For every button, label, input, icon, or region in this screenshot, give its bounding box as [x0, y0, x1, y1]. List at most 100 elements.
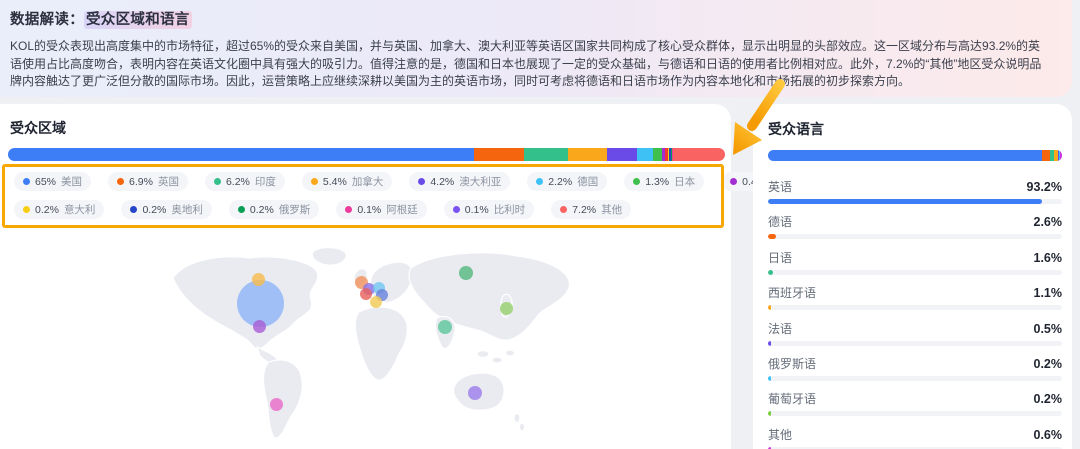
audience-region-panel: 受众区域 65% 美国 6.9% 英国 6.2% 印度: [0, 104, 731, 449]
legend-item[interactable]: 5.4% 加拿大: [302, 172, 392, 191]
legend-item[interactable]: 6.9% 英国: [108, 172, 188, 191]
legend-country: 奥地利: [171, 202, 203, 217]
language-bar-fill: [768, 341, 771, 346]
banner-title-prefix: 数据解读：: [10, 12, 84, 28]
legend-color-dot-icon: [536, 178, 543, 185]
region-bar-segment: [568, 148, 607, 161]
map-country-dot: [468, 386, 482, 400]
world-map: [145, 248, 615, 449]
language-stacked-bar: [768, 150, 1062, 161]
language-row: 日语 1.6%: [768, 249, 1062, 284]
language-bar-fill: [768, 270, 773, 275]
legend-country: 日本: [674, 174, 695, 189]
legend-item[interactable]: 2.2% 德国: [527, 172, 607, 191]
legend-country: 加拿大: [352, 174, 384, 189]
legend-country: 阿根廷: [386, 202, 418, 217]
legend-country: 其他: [601, 202, 622, 217]
language-value: 0.2%: [1034, 357, 1063, 371]
language-value: 2.6%: [1034, 215, 1063, 229]
legend-percent: 0.2%: [142, 204, 166, 216]
banner-title: 数据解读：受众区域和语言: [10, 8, 1046, 29]
region-bar-segment: [524, 148, 568, 161]
map-country-dot: [370, 296, 382, 308]
legend-item[interactable]: 0.2% 奥地利: [121, 200, 211, 219]
language-value: 0.5%: [1034, 322, 1063, 336]
language-value: 93.2%: [1027, 180, 1062, 194]
language-bar-fill: [768, 376, 771, 381]
map-country-dot: [438, 320, 452, 334]
language-label: 西班牙语: [768, 284, 816, 301]
legend-item[interactable]: 0.1% 比利时: [444, 200, 534, 219]
map-country-dot: [500, 302, 513, 315]
language-bar-fill: [768, 199, 1042, 204]
legend-percent: 65%: [35, 176, 56, 188]
region-bar-segment: [673, 148, 725, 161]
language-panel-title: 受众语言: [768, 119, 824, 139]
legend-country: 比利时: [494, 202, 526, 217]
legend-percent: 4.2%: [430, 176, 454, 188]
region-bar-segment: [653, 148, 662, 161]
region-bar-segment: [8, 148, 474, 161]
legend-country: 意大利: [64, 202, 96, 217]
legend-country: 德国: [577, 174, 598, 189]
language-bar-fill: [768, 411, 771, 416]
language-bar-track: [768, 199, 1062, 204]
legend-percent: 0.1%: [357, 204, 381, 216]
legend-color-dot-icon: [633, 178, 640, 185]
language-value: 1.6%: [1034, 251, 1063, 265]
language-row: 西班牙语 1.1%: [768, 284, 1062, 319]
legend-percent: 0.1%: [465, 204, 489, 216]
legend-color-dot-icon: [560, 206, 567, 213]
legend-percent: 6.2%: [226, 176, 250, 188]
language-bar-track: [768, 411, 1062, 416]
language-row: 英语 93.2%: [768, 178, 1062, 213]
world-map-continents: [145, 248, 615, 449]
language-value: 0.2%: [1034, 392, 1063, 406]
language-bar-segment: [768, 150, 1042, 161]
language-row: 其他 0.6%: [768, 426, 1062, 449]
legend-item[interactable]: 1.3% 日本: [624, 172, 704, 191]
language-bar-track: [768, 341, 1062, 346]
language-label: 日语: [768, 249, 792, 266]
language-bar-track: [768, 305, 1062, 310]
legend-percent: 6.9%: [129, 176, 153, 188]
legend-color-dot-icon: [23, 206, 30, 213]
banner-title-highlight: 受众区域和语言: [84, 11, 192, 29]
legend-item[interactable]: 7.2% 其他: [551, 200, 631, 219]
language-label: 其他: [768, 426, 792, 443]
banner-body-text: KOL的受众表现出高度集中的市场特征，超过65%的受众来自美国，并与英国、加拿大…: [10, 38, 1050, 91]
region-bar-segment: [474, 148, 523, 161]
language-list: 英语 93.2% 德语 2.6% 日语: [768, 178, 1062, 449]
language-label: 英语: [768, 178, 792, 195]
region-bar-segment: [607, 148, 637, 161]
legend-color-dot-icon: [117, 178, 124, 185]
language-row: 葡萄牙语 0.2%: [768, 390, 1062, 425]
language-label: 法语: [768, 320, 792, 337]
legend-percent: 0.2%: [35, 204, 59, 216]
map-country-dot: [253, 320, 266, 333]
legend-country: 俄罗斯: [279, 202, 311, 217]
legend-color-dot-icon: [214, 178, 221, 185]
legend-color-dot-icon: [453, 206, 460, 213]
legend-color-dot-icon: [238, 206, 245, 213]
legend-percent: 2.2%: [548, 176, 572, 188]
legend-percent: 0.2%: [250, 204, 274, 216]
audience-language-panel: 受众语言 英语 93.2% 德语 2.6%: [753, 104, 1072, 449]
legend-color-dot-icon: [311, 178, 318, 185]
language-bar-fill: [768, 305, 771, 310]
region-panel-title: 受众区域: [10, 118, 66, 138]
legend-item[interactable]: 0.2% 意大利: [14, 200, 104, 219]
legend-item[interactable]: 6.2% 印度: [205, 172, 285, 191]
legend-color-dot-icon: [418, 178, 425, 185]
legend-item[interactable]: 0.1% 阿根廷: [336, 200, 426, 219]
language-label: 德语: [768, 213, 792, 230]
legend-color-dot-icon: [730, 178, 737, 185]
language-value: 0.6%: [1034, 428, 1063, 442]
legend-item[interactable]: 0.2% 俄罗斯: [229, 200, 319, 219]
legend-item[interactable]: 65% 美国: [14, 172, 91, 191]
language-bar-fill: [768, 234, 776, 239]
legend-item[interactable]: 4.2% 澳大利亚: [409, 172, 510, 191]
region-legend-row-2: 0.2% 意大利 0.2% 奥地利 0.2% 俄罗斯 0.1% 阿根廷: [14, 200, 631, 219]
legend-percent: 7.2%: [572, 204, 596, 216]
legend-percent: 5.4%: [323, 176, 347, 188]
